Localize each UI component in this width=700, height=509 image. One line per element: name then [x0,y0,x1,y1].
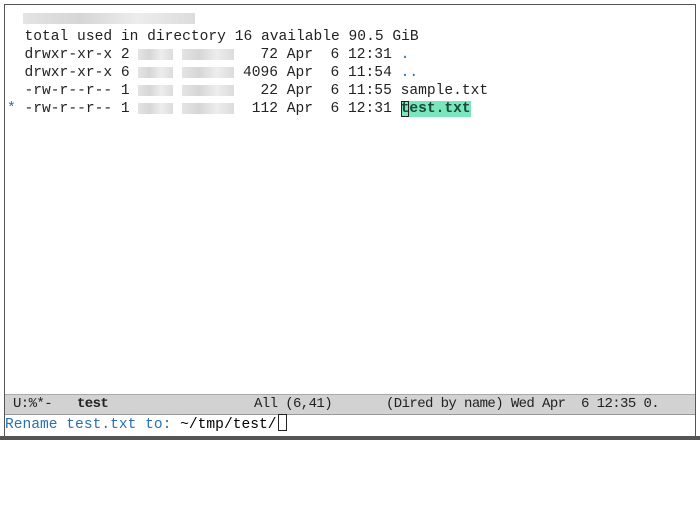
size: 4096 [242,65,278,81]
file-name[interactable]: sample.txt [401,83,489,99]
file-name-highlighted[interactable]: test.txt [400,101,471,117]
dired-header-path-redacted [7,10,195,28]
date: Apr 6 12:31 [286,101,392,117]
mark-asterisk: * [7,101,16,117]
modeline-position: All (6,41) [254,396,333,412]
minibuffer-prompt: Rename test.txt to: [5,417,181,433]
dired-entry[interactable]: -rw-r--r-- 1 22 Apr 6 11:55 sample.txt [7,82,489,100]
file-name[interactable]: .. [401,65,419,81]
summary-text: total used in directory 16 available 90.… [24,29,419,45]
dired-entry[interactable]: drwxr-xr-x 2 72 Apr 6 12:31 . [7,46,410,64]
dired-summary: total used in directory 16 available 90.… [7,28,419,46]
links: 1 [120,101,130,117]
date: Apr 6 11:54 [286,65,392,81]
mark [7,65,16,81]
perms: -rw-r--r-- [24,101,113,117]
date: Apr 6 12:31 [286,47,392,63]
emacs-window: total used in directory 16 available 90.… [4,4,696,437]
perms: -rw-r--r-- [24,83,113,99]
date: Apr 6 11:55 [286,83,392,99]
dired-entry[interactable]: drwxr-xr-x 6 4096 Apr 6 11:54 .. [7,64,419,82]
size: 72 [242,47,278,63]
mode-line: U:%*- test All (6,41) (Dired by name) We… [5,394,695,415]
links: 1 [120,83,130,99]
perms: drwxr-xr-x [24,47,113,63]
dired-entry-marked[interactable]: * -rw-r--r-- 1 112 Apr 6 12:31 test.txt [7,100,471,118]
file-name-rest: est.txt [409,101,471,117]
mark [7,83,16,99]
size: 112 [242,101,278,117]
file-name[interactable]: . [401,47,410,63]
modeline-mode-info: (Dired by name) Wed Apr 6 12:35 0. [386,396,660,412]
perms: drwxr-xr-x [24,65,113,81]
size: 22 [242,83,278,99]
links: 2 [120,47,130,63]
modeline-state: U:%*- [13,396,53,412]
minibuffer-input[interactable]: ~/tmp/test/ [180,417,276,433]
modeline-buffer-name: test [77,396,109,412]
frame-bottom-border [0,436,700,440]
minibuffer[interactable]: Rename test.txt to: ~/tmp/test/ [5,414,287,433]
text-cursor [277,414,287,431]
mark [7,47,16,63]
links: 6 [120,65,130,81]
